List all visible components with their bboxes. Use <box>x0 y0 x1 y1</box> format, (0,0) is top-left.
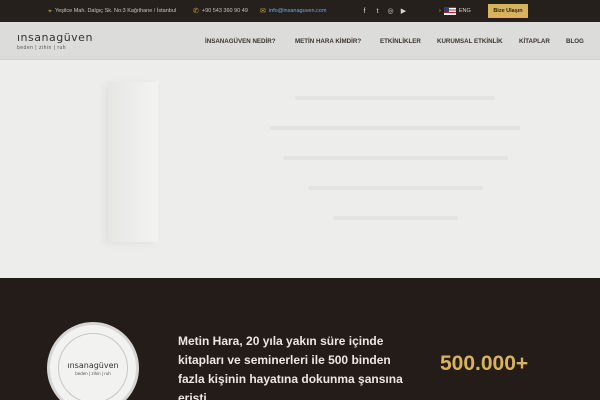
youtube-icon[interactable]: ▶ <box>397 7 410 15</box>
phone-text[interactable]: +90 543 360 90 49 <box>202 8 248 14</box>
logo-tagline: beden | zihin | ruh <box>17 45 67 51</box>
site-header: ınsanagüven beden | zihin | ruh İNSANAGÜ… <box>0 22 600 60</box>
hero-faded-text <box>270 96 520 246</box>
language-label[interactable]: ENG <box>459 8 471 14</box>
people-counter: 500.000+ <box>440 352 529 375</box>
brand-badge-inner: ınsanagüven beden | zihin | ruh <box>58 333 128 400</box>
social-links: f t ◎ ▶ <box>358 0 410 22</box>
twitter-icon[interactable]: t <box>371 8 384 15</box>
instagram-icon[interactable]: ◎ <box>384 7 397 15</box>
mail-icon: ✉ <box>260 7 266 15</box>
nav-etkinlikler[interactable]: ETKİNLİKLER <box>380 38 421 45</box>
hero-slider <box>0 60 600 278</box>
nav-blog[interactable]: BLOG <box>566 38 584 45</box>
site-logo[interactable]: ınsanagüven beden | zihin | ruh <box>17 31 93 51</box>
address-item: ⌖ Yeşilce Mah. Dalgıç Sk. No:3 Kağıthane… <box>48 0 176 22</box>
language-switcher[interactable]: › ENG <box>439 0 471 22</box>
badge-tagline: beden | zihin | ruh <box>75 370 111 376</box>
nav-kurumsal-etkinlik[interactable]: KURUMSAL ETKİNLİK <box>437 38 503 45</box>
nav-metin-hara-kimdir[interactable]: METİN HARA KİMDİR? <box>295 38 361 45</box>
stats-section: ınsanagüven beden | zihin | ruh Metin Ha… <box>0 278 600 400</box>
chevron-right-icon: › <box>439 8 441 14</box>
badge-name: ınsanagüven <box>67 360 119 370</box>
phone-item[interactable]: ✆ +90 543 360 90 49 <box>193 0 248 22</box>
contact-button[interactable]: Bize Ulaşın <box>488 4 528 18</box>
facebook-icon[interactable]: f <box>358 8 371 15</box>
top-bar: ⌖ Yeşilce Mah. Dalgıç Sk. No:3 Kağıthane… <box>0 0 600 22</box>
location-pin-icon: ⌖ <box>48 7 52 15</box>
brand-badge: ınsanagüven beden | zihin | ruh <box>47 322 139 400</box>
flag-uk-icon <box>443 7 456 15</box>
address-text: Yeşilce Mah. Dalgıç Sk. No:3 Kağıthane /… <box>54 8 177 14</box>
phone-icon: ✆ <box>193 7 199 15</box>
nav-insanaguven-nedir[interactable]: İNSANAGÜVEN NEDİR? <box>205 38 275 45</box>
nav-kitaplar[interactable]: KİTAPLAR <box>519 38 550 45</box>
logo-name: ınsanagüven <box>17 31 93 44</box>
impact-statement: Metin Hara, 20 yıla yakın süre içinde ki… <box>178 334 403 400</box>
email-link[interactable]: info@insanaguven.com <box>269 8 327 14</box>
email-item[interactable]: ✉ info@insanaguven.com <box>260 0 326 22</box>
book-cover-image <box>108 82 158 242</box>
